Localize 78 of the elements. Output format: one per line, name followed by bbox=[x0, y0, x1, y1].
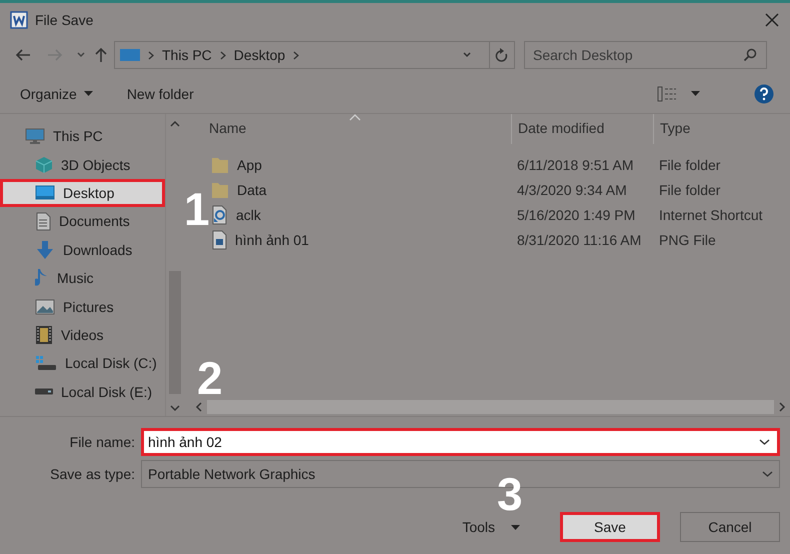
navigation-item[interactable]: 3D Objects bbox=[0, 150, 165, 179]
chevron-down-icon bbox=[759, 438, 770, 446]
navigation-item[interactable]: Documents bbox=[0, 207, 165, 236]
chevron-right-icon bbox=[148, 50, 154, 60]
word-app-icon bbox=[10, 10, 28, 28]
navigation-item[interactable]: Desktop bbox=[0, 178, 165, 208]
file-type: File folder bbox=[658, 156, 722, 172]
music-note-icon bbox=[35, 268, 49, 288]
drive-icon bbox=[35, 355, 57, 372]
navigation-item[interactable]: Downloads bbox=[0, 236, 165, 264]
folder-icon bbox=[211, 180, 229, 198]
date-modified: 5/16/2020 1:49 PM bbox=[516, 206, 636, 222]
search-field[interactable]: Search Desktop bbox=[524, 41, 767, 69]
date-modified: 6/11/2018 9:51 AM bbox=[516, 156, 634, 172]
desktop-icon bbox=[120, 48, 140, 62]
file-name-field[interactable]: hình ảnh 02 bbox=[141, 428, 780, 456]
chevron-right-icon bbox=[293, 50, 300, 60]
address-bar[interactable]: This PC Desktop bbox=[114, 41, 515, 69]
image-file-icon bbox=[211, 230, 227, 250]
sort-caret-icon bbox=[349, 114, 361, 121]
new-folder-button[interactable]: New folder bbox=[126, 86, 194, 102]
search-icon bbox=[743, 48, 757, 62]
file-type: Internet Shortcut bbox=[658, 206, 764, 222]
monitor-icon bbox=[25, 128, 45, 145]
desktop-icon bbox=[35, 185, 55, 200]
help-icon bbox=[754, 84, 774, 104]
chevron-down-icon bbox=[170, 404, 180, 412]
caret-down-icon bbox=[511, 524, 520, 530]
document-icon bbox=[35, 212, 51, 231]
drive-icon bbox=[35, 388, 53, 396]
back-arrow-icon bbox=[14, 47, 32, 63]
navigation-item[interactable]: Music bbox=[0, 264, 165, 292]
file-name[interactable]: hình ảnh 01 bbox=[235, 232, 309, 248]
breadcrumb[interactable]: Desktop bbox=[234, 47, 286, 63]
field-label: File name: bbox=[68, 434, 136, 450]
file-name[interactable]: aclk bbox=[236, 206, 261, 222]
caret-down-icon bbox=[691, 91, 700, 96]
picture-icon bbox=[35, 298, 55, 315]
breadcrumb[interactable]: This PC bbox=[162, 47, 212, 63]
chevron-down-icon bbox=[762, 470, 773, 478]
date-modified: 4/3/2020 9:34 AM bbox=[516, 182, 628, 198]
field-label: Save as type: bbox=[49, 466, 136, 482]
view-list-icon bbox=[657, 86, 677, 102]
window-title: File Save bbox=[35, 12, 94, 28]
chevron-down-icon bbox=[462, 51, 472, 59]
shortcut-file-icon bbox=[211, 204, 228, 224]
save-button[interactable]: Save bbox=[560, 512, 660, 542]
file-name[interactable]: App bbox=[237, 156, 262, 172]
step-number: 1 bbox=[184, 186, 210, 232]
navigation-item[interactable]: This PC bbox=[0, 122, 165, 150]
scrollbar[interactable] bbox=[165, 114, 184, 416]
navigation-item[interactable]: Pictures bbox=[0, 292, 165, 321]
folder-icon bbox=[211, 156, 229, 174]
file-type: PNG File bbox=[658, 232, 717, 248]
refresh-icon bbox=[495, 48, 509, 62]
organize-menu[interactable]: Organize bbox=[20, 86, 93, 102]
chevron-up-icon bbox=[170, 120, 180, 128]
chevron-right-icon bbox=[220, 50, 226, 60]
close-icon bbox=[764, 12, 780, 28]
column-header[interactable]: Date modified bbox=[511, 114, 653, 144]
chevron-right-icon bbox=[778, 402, 786, 412]
navigation-item[interactable]: Local Disk (E:) bbox=[0, 378, 165, 406]
navigation-item[interactable]: Videos bbox=[0, 320, 165, 350]
navigation-item[interactable]: Local Disk (C:) bbox=[0, 349, 165, 378]
down-arrow-icon bbox=[35, 240, 55, 260]
file-name[interactable]: Data bbox=[237, 182, 267, 198]
date-modified: 8/31/2020 11:16 AM bbox=[516, 232, 642, 248]
cancel-button[interactable]: Cancel bbox=[680, 512, 780, 542]
tools-menu[interactable]: Tools bbox=[462, 519, 520, 535]
column-header[interactable]: Name bbox=[191, 114, 511, 144]
cube-icon bbox=[35, 156, 53, 174]
caret-down-icon bbox=[84, 91, 93, 96]
step-number: 2 bbox=[197, 355, 223, 401]
column-header[interactable]: Type bbox=[653, 114, 790, 144]
file-type: File folder bbox=[658, 182, 722, 198]
film-icon bbox=[35, 324, 53, 345]
chevron-down-icon bbox=[76, 51, 86, 59]
chevron-left-icon bbox=[195, 402, 203, 412]
